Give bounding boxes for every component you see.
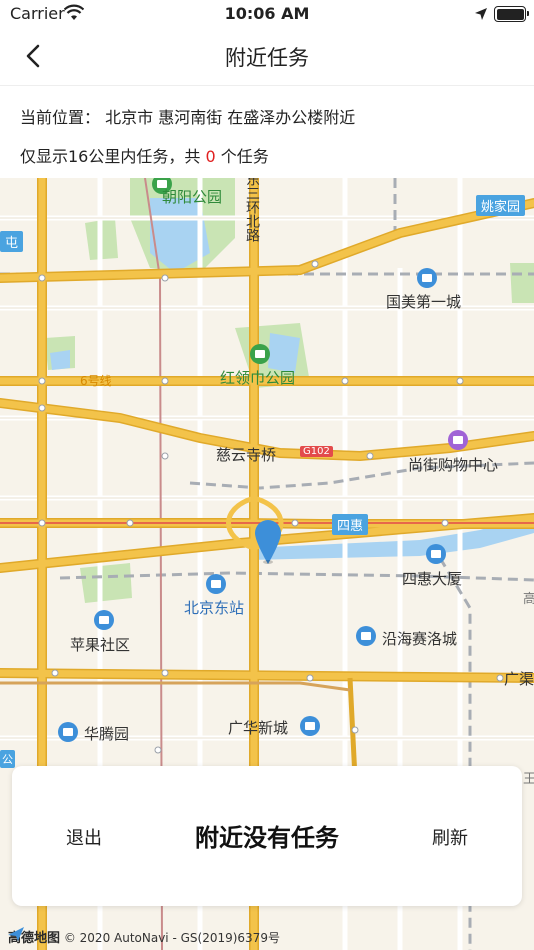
location-text: 北京市 惠河南街 在盛泽办公楼附近 <box>105 108 356 127</box>
map-label-yanhai: 沿海赛洛城 <box>382 630 458 648</box>
map-label-shangjie: 尚街购物中心 <box>408 456 499 474</box>
building-icon <box>356 626 376 646</box>
page-title: 附近任务 <box>225 46 309 70</box>
map-label-ciyunsi-bridge: 慈云寺桥 <box>216 446 277 464</box>
map-tag-yaojiayuan: 姚家园 <box>476 195 526 216</box>
map-label-guangqu: 广渠 <box>504 670 534 688</box>
map-label-edge: 高 <box>523 592 534 607</box>
location-info: 当前位置： 北京市 惠河南街 在盛泽办公楼附近 仅显示16公里内任务，共 0 个… <box>0 86 534 178</box>
map-label-chaoyang-park: 朝阳公园 <box>162 188 223 206</box>
current-location-row: 当前位置： 北京市 惠河南街 在盛泽办公楼附近 <box>20 104 355 128</box>
park-icon <box>250 344 270 364</box>
map-label-hongling-park: 红领巾公园 <box>220 369 296 387</box>
map-label-guomei: 国美第一城 <box>386 293 462 311</box>
map-label-huateng: 华腾园 <box>84 725 130 743</box>
location-pin-icon <box>255 520 281 564</box>
map-tag-tun: 屯 <box>0 231 24 252</box>
navigation-bar: 附近任务 <box>0 28 534 86</box>
map-label-guanghua: 广华新城 <box>228 719 289 737</box>
location-prefix: 当前位置： <box>20 108 101 127</box>
map-label-beijing-east-station: 北京东站 <box>184 599 245 617</box>
map-label-ring-road: 东三环北路 <box>244 178 260 242</box>
clock: 10:06 AM <box>224 4 310 23</box>
location-arrow-icon <box>475 8 487 20</box>
map-label-line6: 6号线 <box>80 374 112 388</box>
task-panel: 退出 附近没有任务 刷新 <box>12 766 522 906</box>
building-icon <box>417 268 437 288</box>
train-station-icon <box>206 574 226 594</box>
map-tag-g102: G102 <box>300 446 333 457</box>
map-tag-gong: 公 <box>0 750 15 768</box>
range-suffix: 个任务 <box>220 147 269 166</box>
amap-logo-icon <box>8 927 24 941</box>
task-range-row: 仅显示16公里内任务，共 0 个任务 <box>20 143 269 167</box>
battery-icon <box>494 6 529 22</box>
task-count: 0 <box>205 147 216 166</box>
building-icon <box>300 716 320 736</box>
map-label-sihui-tower: 四惠大厦 <box>402 570 463 588</box>
map-label-pingguo: 苹果社区 <box>70 636 131 654</box>
map-attribution: 高德地图 © 2020 AutoNavi - GS(2019)6379号 <box>8 927 280 946</box>
building-icon <box>58 722 78 742</box>
building-icon <box>94 610 114 630</box>
attribution-text: © 2020 AutoNavi - GS(2019)6379号 <box>63 931 280 945</box>
shopping-icon <box>448 430 468 450</box>
status-bar: Carrier 10:06 AM <box>0 0 534 28</box>
range-prefix: 仅显示16公里内任务，共 <box>20 147 201 166</box>
map-tag-sihui: 四惠 <box>332 514 369 535</box>
building-icon <box>426 544 446 564</box>
map-label-edge-2: 王 <box>523 772 534 787</box>
refresh-button[interactable]: 刷新 <box>432 824 468 850</box>
